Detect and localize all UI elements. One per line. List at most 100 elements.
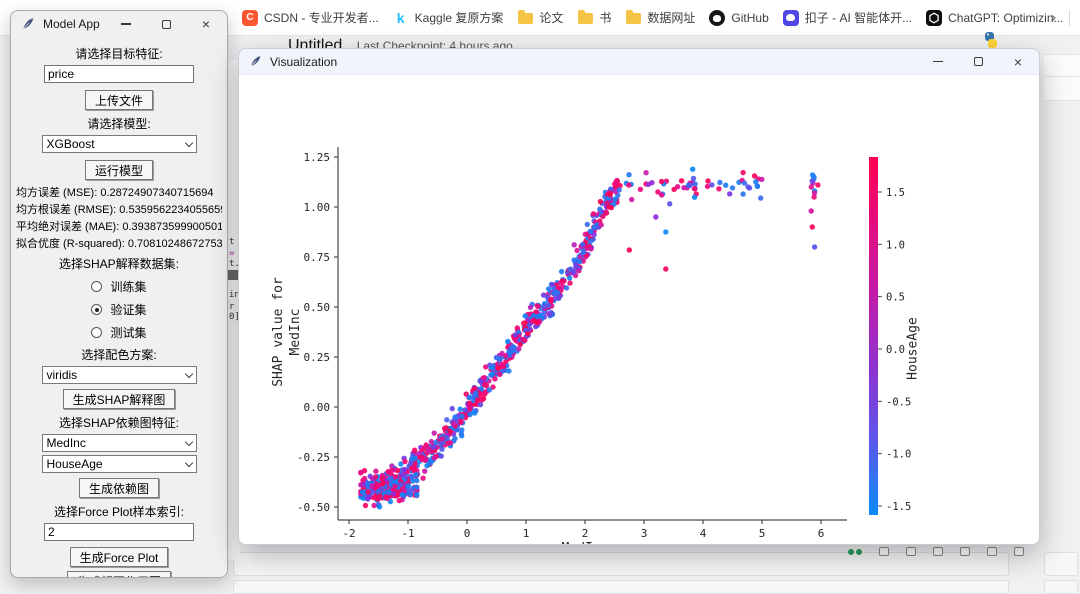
- radio-validation-set[interactable]: 验证集: [91, 301, 147, 318]
- colorbar-label: HouseAge: [905, 317, 921, 380]
- scatter-point: [558, 268, 565, 275]
- scatter-point: [612, 196, 618, 202]
- rmse-value: 均方根误差 (RMSE): 0.5359562234055659: [16, 204, 222, 216]
- scatter-point: [409, 474, 415, 480]
- radio-train-set[interactable]: 训练集: [91, 278, 147, 295]
- close-icon[interactable]: ×: [199, 17, 213, 31]
- scatter-point: [482, 382, 488, 388]
- chatgpt-icon: [926, 9, 943, 26]
- scatter-point: [607, 190, 614, 197]
- bookmark-chatgpt[interactable]: ChatGPT: Optimizin...: [926, 9, 1064, 26]
- y-tick-label: 0.50: [304, 301, 331, 314]
- scatter-point: [497, 356, 503, 362]
- openai-knot-icon: [929, 11, 939, 24]
- minimize-icon[interactable]: [931, 55, 945, 69]
- generate-dependence-button[interactable]: 生成依赖图: [78, 478, 159, 498]
- delete-icon[interactable]: [1014, 547, 1024, 556]
- insert-cell-icon[interactable]: [960, 547, 970, 556]
- bookmarks-overflow-chevron-icon[interactable]: ›: [1051, 9, 1056, 26]
- cut-icon[interactable]: [906, 547, 916, 556]
- upload-file-button[interactable]: 上传文件: [84, 90, 153, 110]
- scatter-point: [580, 241, 586, 248]
- scatter-point: [758, 195, 764, 201]
- maximize-icon[interactable]: [159, 17, 173, 31]
- scatter-point: [499, 350, 505, 357]
- scatter-point: [577, 258, 583, 265]
- scatter-point: [566, 275, 573, 281]
- model-app-titlebar[interactable]: Model App ×: [11, 11, 227, 37]
- window-title: Model App: [43, 17, 100, 31]
- generate-interaction-button[interactable]: 生成相互作用图: [66, 571, 171, 577]
- bookmark-csdn[interactable]: C CSDN - 专业开发者...: [242, 9, 379, 26]
- scatter-point: [525, 331, 531, 337]
- colorbar-tick-label: -1.5: [886, 501, 911, 513]
- minimize-icon[interactable]: [119, 17, 133, 31]
- bookmark-folder-books[interactable]: 书: [577, 9, 611, 26]
- scatter-point: [729, 185, 736, 191]
- force-plot-index-input[interactable]: [44, 523, 194, 541]
- scatter-point: [365, 495, 371, 501]
- scatter-point: [398, 481, 404, 488]
- scatter-point: [369, 484, 376, 490]
- colormap-combobox[interactable]: viridis: [41, 366, 197, 384]
- run-model-button[interactable]: 运行模型: [84, 160, 153, 180]
- scatter-point: [541, 303, 548, 309]
- notebook-cell[interactable]: [1044, 552, 1078, 576]
- bookmark-label: 扣子 - AI 智能体开...: [804, 11, 913, 25]
- scatter-point: [590, 211, 597, 217]
- scatter-point: [391, 467, 397, 473]
- close-icon[interactable]: ×: [1011, 55, 1025, 69]
- colorbar-tick-label: -1.0: [886, 449, 911, 461]
- target-feature-input[interactable]: [44, 65, 194, 83]
- scatter-point: [506, 368, 512, 374]
- x-tick-label: 0: [464, 527, 471, 540]
- folder-icon: [625, 10, 641, 24]
- x-tick-label: 4: [700, 527, 707, 540]
- y-tick-label: 0.75: [304, 251, 331, 264]
- scatter-point: [533, 318, 539, 325]
- scatter-point: [422, 468, 428, 474]
- scatter-point: [559, 278, 566, 284]
- mae-value: 平均绝对误差 (MAE): 0.39387359990050164: [16, 221, 222, 233]
- dependence-feature1-combobox[interactable]: MedInc: [41, 434, 197, 452]
- scatter-point: [373, 468, 379, 474]
- notebook-cell[interactable]: [1044, 580, 1078, 594]
- scatter-point: [746, 185, 753, 191]
- chevron-down-icon: [184, 369, 193, 378]
- scatter-point: [580, 249, 587, 255]
- scatter-point: [667, 201, 673, 207]
- bookmark-kaggle[interactable]: k Kaggle 复原方案: [393, 9, 504, 26]
- scatter-point: [382, 494, 389, 500]
- scatter-point: [629, 196, 635, 203]
- generate-force-plot-button[interactable]: 生成Force Plot: [69, 547, 169, 567]
- scatter-point: [637, 186, 644, 192]
- scatter-point: [753, 179, 759, 185]
- force-plot-index-label: 选择Force Plot样本索引:: [53, 505, 185, 519]
- model-select-combobox[interactable]: XGBoost: [41, 135, 197, 153]
- scatter-point: [740, 191, 746, 197]
- scatter-point: [554, 290, 561, 296]
- combobox-value: XGBoost: [46, 137, 95, 151]
- notebook-right-edge: [1044, 54, 1080, 101]
- shap-dataset-label: 选择SHAP解释数据集:: [58, 257, 179, 271]
- scatter-point: [376, 493, 383, 499]
- scatter-point: [365, 489, 371, 495]
- colormap-label: 选择配色方案:: [81, 348, 157, 362]
- radio-icon: [91, 327, 103, 338]
- scatter-point: [392, 474, 399, 480]
- dependence-feature2-combobox[interactable]: HouseAge: [41, 455, 197, 473]
- move-down-icon[interactable]: [933, 547, 943, 556]
- maximize-icon[interactable]: [971, 55, 985, 69]
- bookmark-folder-data[interactable]: 数据网址: [625, 9, 695, 26]
- scatter-point: [573, 263, 579, 269]
- bookmark-github[interactable]: GitHub: [709, 9, 769, 26]
- generate-shap-button[interactable]: 生成SHAP解释图: [62, 389, 176, 409]
- scatter-point: [741, 180, 748, 186]
- add-icon[interactable]: [987, 547, 997, 556]
- bookmark-coze[interactable]: 扣子 - AI 智能体开...: [782, 9, 913, 26]
- radio-test-set[interactable]: 测试集: [91, 324, 147, 341]
- notebook-cell[interactable]: [233, 580, 1009, 594]
- bookmark-folder-papers[interactable]: 论文: [517, 9, 563, 26]
- save-icon[interactable]: [879, 547, 889, 556]
- visualization-titlebar[interactable]: Visualization ×: [239, 49, 1039, 75]
